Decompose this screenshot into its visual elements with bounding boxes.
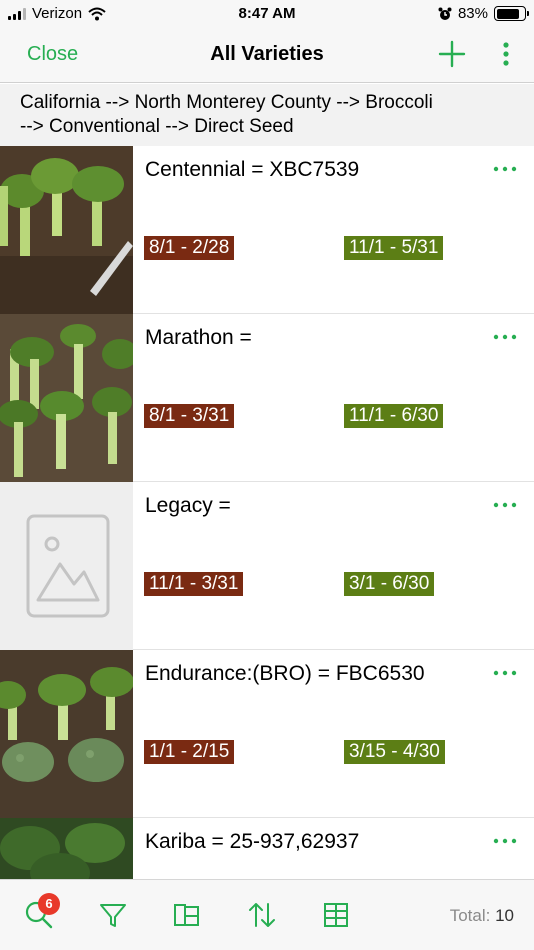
search-count-badge: 6 xyxy=(38,893,60,915)
table-view-icon[interactable] xyxy=(319,898,353,932)
variety-name: Centennial = XBC7539 xyxy=(145,158,360,181)
thumbnail-placeholder xyxy=(0,482,133,650)
varieties-list: Centennial = XBC7539 8/1 - 2/28 11/1 - 5… xyxy=(0,146,534,879)
list-item[interactable]: Legacy = 11/1 - 3/31 3/1 - 6/30 xyxy=(0,482,534,650)
breadcrumb-line-2: --> Conventional --> Direct Seed xyxy=(20,116,294,137)
broccoli-photo xyxy=(0,314,133,482)
list-item[interactable]: Marathon = 8/1 - 3/31 11/1 - 6/30 xyxy=(0,314,534,482)
more-options-icon[interactable] xyxy=(492,668,518,678)
planting-window-badge: 8/1 - 2/28 xyxy=(144,236,235,260)
broccoli-photo xyxy=(0,818,133,879)
plus-icon[interactable] xyxy=(438,40,466,68)
more-options-icon[interactable] xyxy=(492,332,518,342)
harvest-window-badge: 11/1 - 6/30 xyxy=(344,404,444,428)
broccoli-photo xyxy=(0,650,133,818)
total-label: Total: xyxy=(449,906,491,925)
vertical-ellipsis-icon[interactable] xyxy=(496,40,516,68)
list-item[interactable]: Endurance:(BRO) = FBC6530 1/1 - 2/15 3/1… xyxy=(0,650,534,818)
more-options-icon[interactable] xyxy=(492,164,518,174)
alarm-clock-icon xyxy=(438,7,452,20)
total-value: 10 xyxy=(495,906,514,925)
bottom-toolbar: 6 Total: 10 xyxy=(0,879,534,950)
harvest-window-badge: 3/1 - 6/30 xyxy=(344,572,435,596)
battery-percent: 83% xyxy=(457,5,488,22)
harvest-window-badge: 3/15 - 4/30 xyxy=(344,740,445,764)
image-placeholder-icon xyxy=(26,514,110,618)
status-right: 83% xyxy=(438,5,529,22)
navigation-bar: Close All Varieties xyxy=(0,28,534,83)
planting-window-badge: 8/1 - 3/31 xyxy=(144,404,235,428)
total-count: Total: 10 xyxy=(450,906,514,926)
breadcrumb: California --> North Monterey County -->… xyxy=(0,84,534,146)
harvest-window-badge: 11/1 - 5/31 xyxy=(344,236,444,260)
broccoli-photo xyxy=(0,146,133,314)
breadcrumb-line-1: California --> North Monterey County -->… xyxy=(20,92,433,113)
list-item[interactable]: Kariba = 25-937,62937 xyxy=(0,818,534,879)
list-item[interactable]: Centennial = XBC7539 8/1 - 2/28 11/1 - 5… xyxy=(0,146,534,314)
status-bar: Verizon 8:47 AM 83% xyxy=(0,0,534,28)
variety-name: Marathon = xyxy=(145,326,252,349)
variety-name: Legacy = xyxy=(145,494,231,517)
filter-icon[interactable] xyxy=(96,898,130,932)
variety-name: Endurance:(BRO) = FBC6530 xyxy=(145,662,425,685)
sort-icon[interactable] xyxy=(245,898,279,932)
battery-icon xyxy=(494,6,529,21)
layout-switch-icon[interactable] xyxy=(170,898,204,932)
variety-name: Kariba = 25-937,62937 xyxy=(145,830,360,853)
more-options-icon[interactable] xyxy=(492,836,518,846)
planting-window-badge: 11/1 - 3/31 xyxy=(144,572,244,596)
planting-window-badge: 1/1 - 2/15 xyxy=(144,740,235,764)
more-options-icon[interactable] xyxy=(492,500,518,510)
